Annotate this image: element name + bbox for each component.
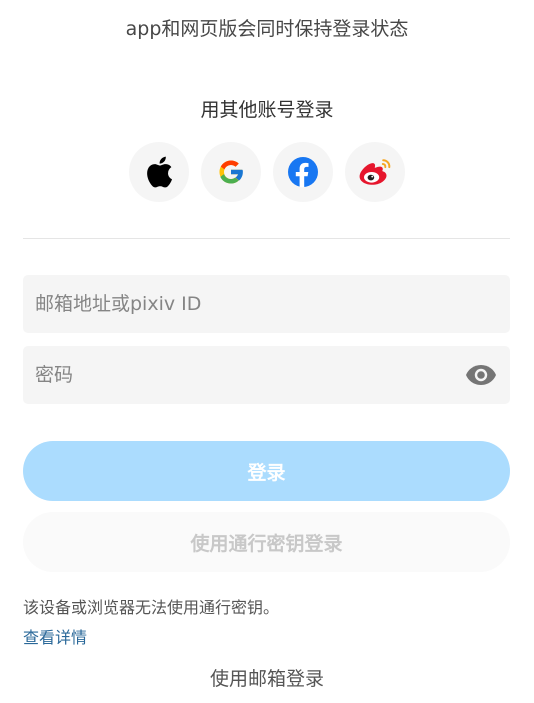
password-input[interactable] <box>23 346 510 404</box>
google-login-button[interactable] <box>201 142 261 202</box>
email-input[interactable] <box>23 275 510 333</box>
social-login-title: 用其他账号登录 <box>200 99 334 121</box>
email-field-container <box>23 275 510 333</box>
google-icon <box>219 160 244 184</box>
password-field-container <box>23 346 510 404</box>
weibo-login-button[interactable] <box>345 142 405 202</box>
social-login-buttons <box>129 142 405 202</box>
passkey-login-button[interactable]: 使用通行密钥登录 <box>23 512 510 572</box>
passkey-unavailable-notice: 该设备或浏览器无法使用通行密钥。 <box>23 598 280 617</box>
view-details-link[interactable]: 查看详情 <box>23 624 87 648</box>
login-button[interactable]: 登录 <box>23 441 510 501</box>
facebook-login-button[interactable] <box>273 142 333 202</box>
email-login-link[interactable]: 使用邮箱登录 <box>0 664 534 691</box>
apple-login-button[interactable] <box>129 142 189 202</box>
facebook-icon <box>288 157 318 188</box>
apple-icon <box>147 156 172 188</box>
eye-icon <box>466 365 496 385</box>
show-password-toggle[interactable] <box>464 360 498 390</box>
section-divider <box>23 238 510 239</box>
keep-logged-in-note: app和网页版会同时保持登录状态 <box>125 18 409 40</box>
weibo-icon <box>359 159 391 185</box>
